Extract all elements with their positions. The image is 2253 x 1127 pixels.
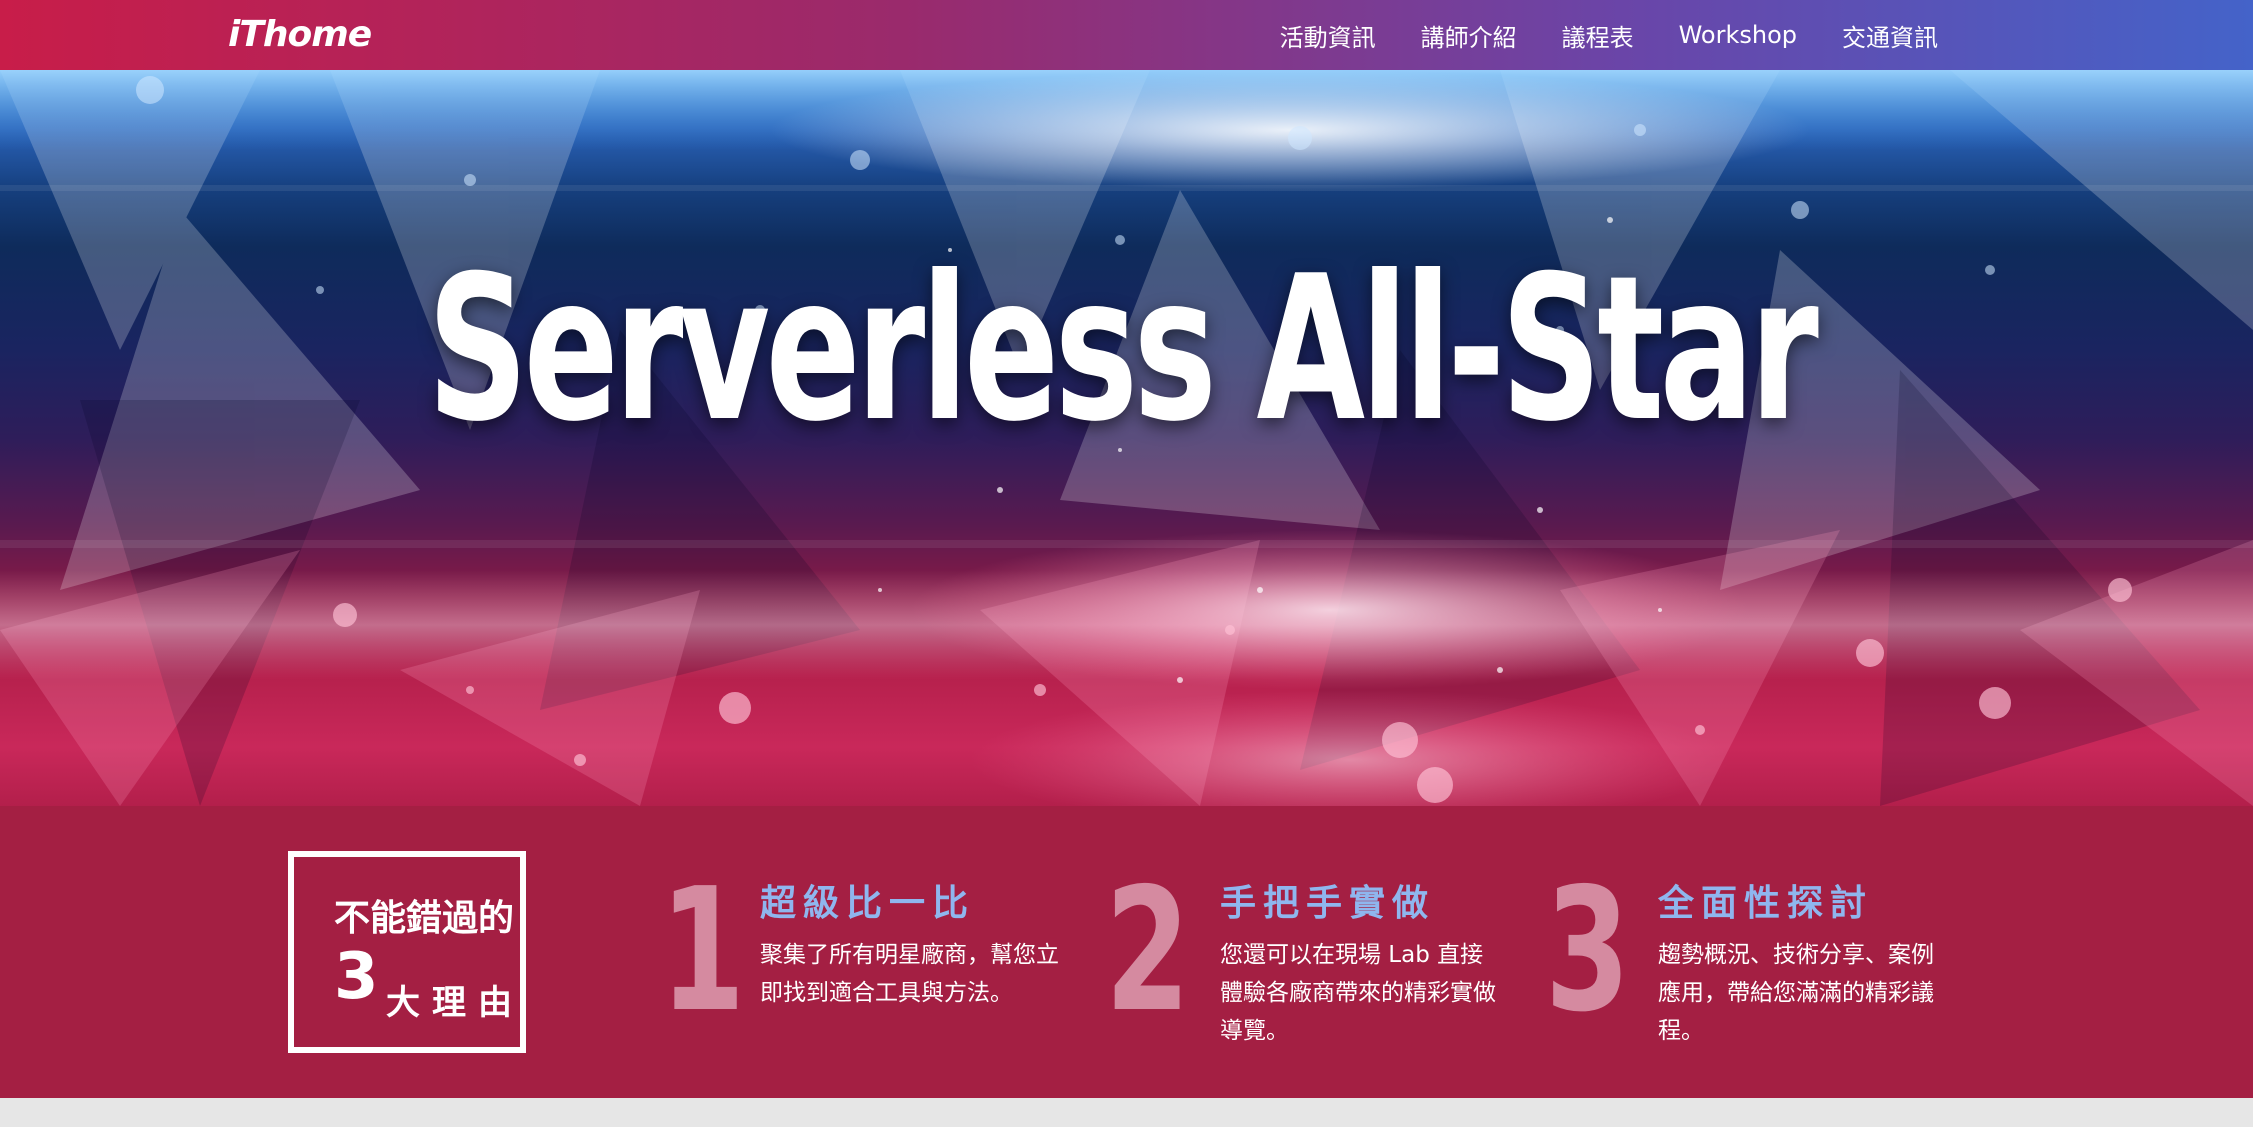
main-nav: 活動資訊 講師介紹 議程表 Workshop 交通資訊	[1280, 0, 1938, 70]
hero-title: Serverless All-Star	[427, 233, 1819, 466]
reason-number: 3	[1545, 852, 1631, 1050]
reasons-section: 不能錯過的 3 大理由 1 超級比一比 聚集了所有明星廠商，幫您立即找到適合工具…	[0, 806, 2253, 1098]
badge-heading: 不能錯過的	[334, 898, 515, 939]
badge-subheading: 大理由	[386, 983, 524, 1023]
reason-item-2: 2 手把手實做 您還可以在現場 Lab 直接體驗各廠商帶來的精彩實做導覽。	[1105, 866, 1505, 1066]
reason-number: 1	[660, 852, 746, 1050]
reason-item-3: 3 全面性探討 趨勢概況、技術分享、案例應用，帶給您滿滿的精彩議程。	[1545, 866, 1945, 1066]
nav-item-agenda[interactable]: 議程表	[1562, 18, 1634, 53]
nav-item-event-info[interactable]: 活動資訊	[1280, 18, 1376, 53]
reason-number: 2	[1105, 852, 1191, 1050]
page-bottom-band	[0, 1098, 2253, 1127]
badge-number: 3	[334, 940, 379, 1014]
reason-description: 聚集了所有明星廠商，幫您立即找到適合工具與方法。	[760, 942, 1059, 1006]
nav-item-workshop[interactable]: Workshop	[1679, 21, 1797, 49]
reason-title: 超級比一比	[760, 883, 976, 924]
hero-banner: Serverless All-Star	[0, 70, 2253, 806]
reason-description: 趨勢概況、技術分享、案例應用，帶給您滿滿的精彩議程。	[1658, 942, 1934, 1044]
nav-item-speakers[interactable]: 講師介紹	[1421, 18, 1517, 53]
reason-description: 您還可以在現場 Lab 直接體驗各廠商帶來的精彩實做導覽。	[1220, 942, 1496, 1044]
nav-item-transportation[interactable]: 交通資訊	[1842, 18, 1938, 53]
ithome-logo[interactable]: iThome	[228, 8, 372, 60]
reason-item-1: 1 超級比一比 聚集了所有明星廠商，幫您立即找到適合工具與方法。	[660, 866, 1060, 1066]
reason-title: 手把手實做	[1220, 883, 1436, 924]
three-reasons-badge: 不能錯過的 3 大理由	[288, 851, 526, 1053]
top-navigation-bar: iThome 活動資訊 講師介紹 議程表 Workshop 交通資訊	[0, 0, 2253, 70]
reason-title: 全面性探討	[1658, 883, 1874, 924]
